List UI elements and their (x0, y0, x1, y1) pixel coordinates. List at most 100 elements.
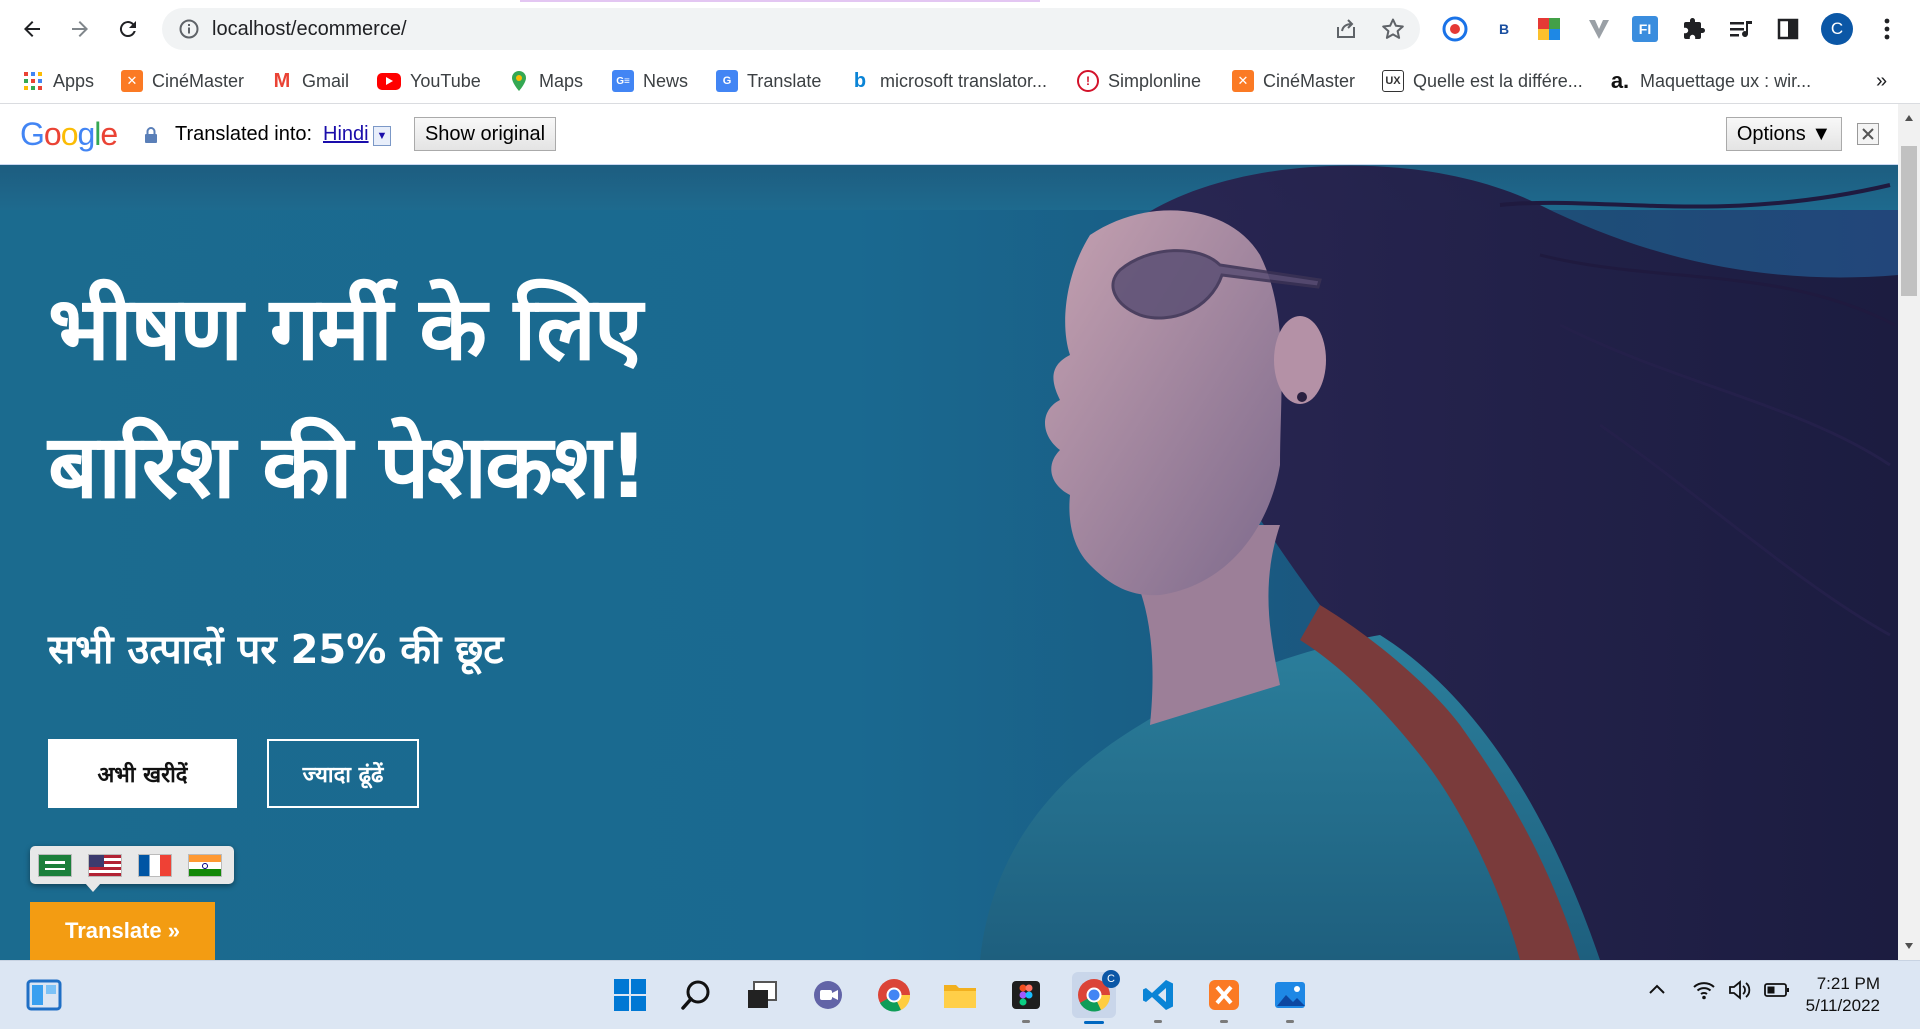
extension-fi-label: FI (1632, 16, 1658, 42)
lock-icon (145, 127, 157, 143)
bookmarks-bar: Apps ✕ CinéMaster M Gmail YouTube Maps G… (0, 58, 1920, 104)
scroll-down-icon[interactable] (1904, 942, 1914, 950)
translate-button[interactable]: Translate » (30, 902, 215, 960)
gmail-icon: M (273, 69, 291, 92)
xampp-taskbar-icon[interactable] (1204, 975, 1244, 1023)
bookmark-gmail[interactable]: M Gmail (271, 67, 349, 95)
bookmark-label: CinéMaster (152, 70, 245, 91)
google-logo: Google (20, 116, 118, 152)
vscode-icon[interactable] (1138, 975, 1178, 1023)
forward-arrow-icon (72, 21, 88, 37)
bookmark-apps[interactable]: Apps (22, 67, 94, 95)
photos-icon[interactable] (1270, 975, 1310, 1023)
france-flag-icon[interactable] (138, 854, 172, 877)
profile-avatar[interactable]: C (1820, 12, 1854, 46)
arabic-flag-icon[interactable] (38, 854, 72, 877)
scroll-up-icon[interactable] (1904, 114, 1914, 122)
maps-pin-icon (508, 70, 530, 92)
chrome-profile-badge: C (1102, 970, 1120, 988)
reload-icon (119, 21, 136, 38)
site-info-icon[interactable] (178, 18, 200, 40)
scrollbar-thumb[interactable] (1901, 146, 1917, 296)
reload-button[interactable] (110, 11, 146, 47)
bookmark-maps[interactable]: Maps (508, 67, 583, 95)
search-icon[interactable] (676, 975, 716, 1015)
tab-accent (520, 0, 1040, 2)
ux-icon: UX (1382, 70, 1404, 92)
back-button[interactable] (14, 11, 50, 47)
running-indicator (1286, 1020, 1294, 1023)
bookmark-translate[interactable]: G Translate (716, 67, 821, 95)
chrome-profile-taskbar-icon[interactable]: C (1072, 970, 1120, 1024)
india-flag-icon[interactable] (188, 854, 222, 877)
google-news-icon: G≡ (612, 70, 634, 92)
close-icon (1862, 128, 1874, 140)
page-scrollbar[interactable] (1898, 104, 1920, 960)
bookmark-cinemaster-2[interactable]: ✕ CinéMaster (1232, 67, 1355, 95)
profile-initial: C (1821, 13, 1853, 45)
bookmark-quelle-difference[interactable]: UX Quelle est la différe... (1382, 67, 1583, 95)
xampp-icon: ✕ (1232, 70, 1254, 92)
wifi-icon[interactable] (1692, 980, 1716, 1005)
apps-grid-icon (22, 70, 44, 92)
find-more-button[interactable]: ज्यादा ढूंढें (267, 739, 419, 808)
us-flag-icon[interactable] (88, 854, 122, 877)
bookmark-cinemaster[interactable]: ✕ CinéMaster (121, 67, 244, 95)
options-button[interactable]: Options ▼ (1726, 117, 1842, 151)
browser-toolbar: localhost/ecommerce/ B FI C (0, 0, 1920, 58)
bookmark-news[interactable]: G≡ News (612, 67, 688, 95)
teams-chat-icon[interactable] (808, 975, 848, 1015)
bookmark-label: Quelle est la différe... (1413, 70, 1583, 91)
hero-headline-line2: बारिश की पेशकश! (48, 415, 649, 518)
bookmark-star-icon[interactable] (1381, 17, 1405, 41)
youtube-icon (377, 72, 401, 90)
side-panel-icon[interactable] (1771, 12, 1805, 46)
address-bar[interactable]: localhost/ecommerce/ (162, 8, 1420, 50)
hero-headline-line1: भीषण गर्मी के लिए (48, 277, 643, 380)
bookmark-simplonline[interactable]: ! Simplonline (1077, 67, 1201, 95)
volume-icon[interactable] (1728, 980, 1752, 1005)
active-indicator (1084, 1021, 1104, 1024)
forward-button[interactable] (62, 11, 98, 47)
start-icon[interactable] (610, 975, 650, 1015)
bookmarks-overflow-button[interactable]: » (1876, 67, 1887, 95)
chrome-menu-icon[interactable] (1870, 12, 1904, 46)
language-dropdown-icon[interactable]: ▼ (373, 126, 391, 146)
extension-fi-icon[interactable]: FI (1628, 12, 1662, 46)
battery-icon[interactable] (1764, 982, 1790, 1003)
extension-sync-icon[interactable] (1438, 12, 1472, 46)
extensions-puzzle-icon[interactable] (1677, 12, 1711, 46)
reading-list-icon[interactable] (1724, 12, 1758, 46)
show-original-button[interactable]: Show original (414, 117, 556, 151)
google-translate-icon: G (716, 70, 738, 92)
simplonline-icon: ! (1077, 70, 1099, 92)
share-icon[interactable] (1334, 17, 1358, 41)
bookmark-label: Maquettage ux : wir... (1640, 70, 1812, 91)
bookmark-microsoft-translator[interactable]: b microsoft translator... (849, 67, 1047, 95)
bookmark-maquettage-ux[interactable]: a. Maquettage ux : wir... (1609, 67, 1811, 95)
running-indicator (1154, 1020, 1162, 1023)
bookmark-label: Translate (747, 70, 822, 91)
task-view-icon[interactable] (742, 975, 782, 1015)
close-translate-bar-button[interactable] (1857, 123, 1879, 145)
hero-woman-image (980, 165, 1898, 960)
target-language-link[interactable]: Hindi (323, 123, 369, 146)
popup-pointer (85, 883, 101, 892)
chrome-taskbar-icon[interactable] (874, 975, 914, 1015)
hero-banner: भीषण गर्मी के लिए बारिश की पेशकश! सभी उत… (0, 165, 1898, 960)
extension-colorful-icon[interactable] (1532, 12, 1566, 46)
google-translate-bar: Google Translated into: Hindi ▼ Show ori… (0, 104, 1898, 165)
extension-b-icon[interactable]: B (1487, 12, 1521, 46)
show-hidden-icons-chevron-icon[interactable] (1648, 982, 1666, 1000)
extension-v-icon[interactable] (1582, 12, 1616, 46)
widgets-icon[interactable] (24, 975, 64, 1015)
system-clock[interactable]: 7:21 PM 5/11/2022 (1800, 973, 1880, 1017)
hero-subheadline: सभी उत्पादों पर 25% की छूट (48, 627, 504, 673)
figma-icon[interactable] (1006, 975, 1046, 1023)
file-explorer-icon[interactable] (940, 975, 980, 1015)
shop-now-button[interactable]: अभी खरीदें (48, 739, 237, 808)
translated-into-label: Translated into: (175, 123, 313, 145)
bookmark-label: Simplonline (1108, 70, 1202, 91)
bookmark-label: microsoft translator... (880, 70, 1048, 91)
bookmark-youtube[interactable]: YouTube (377, 67, 481, 95)
